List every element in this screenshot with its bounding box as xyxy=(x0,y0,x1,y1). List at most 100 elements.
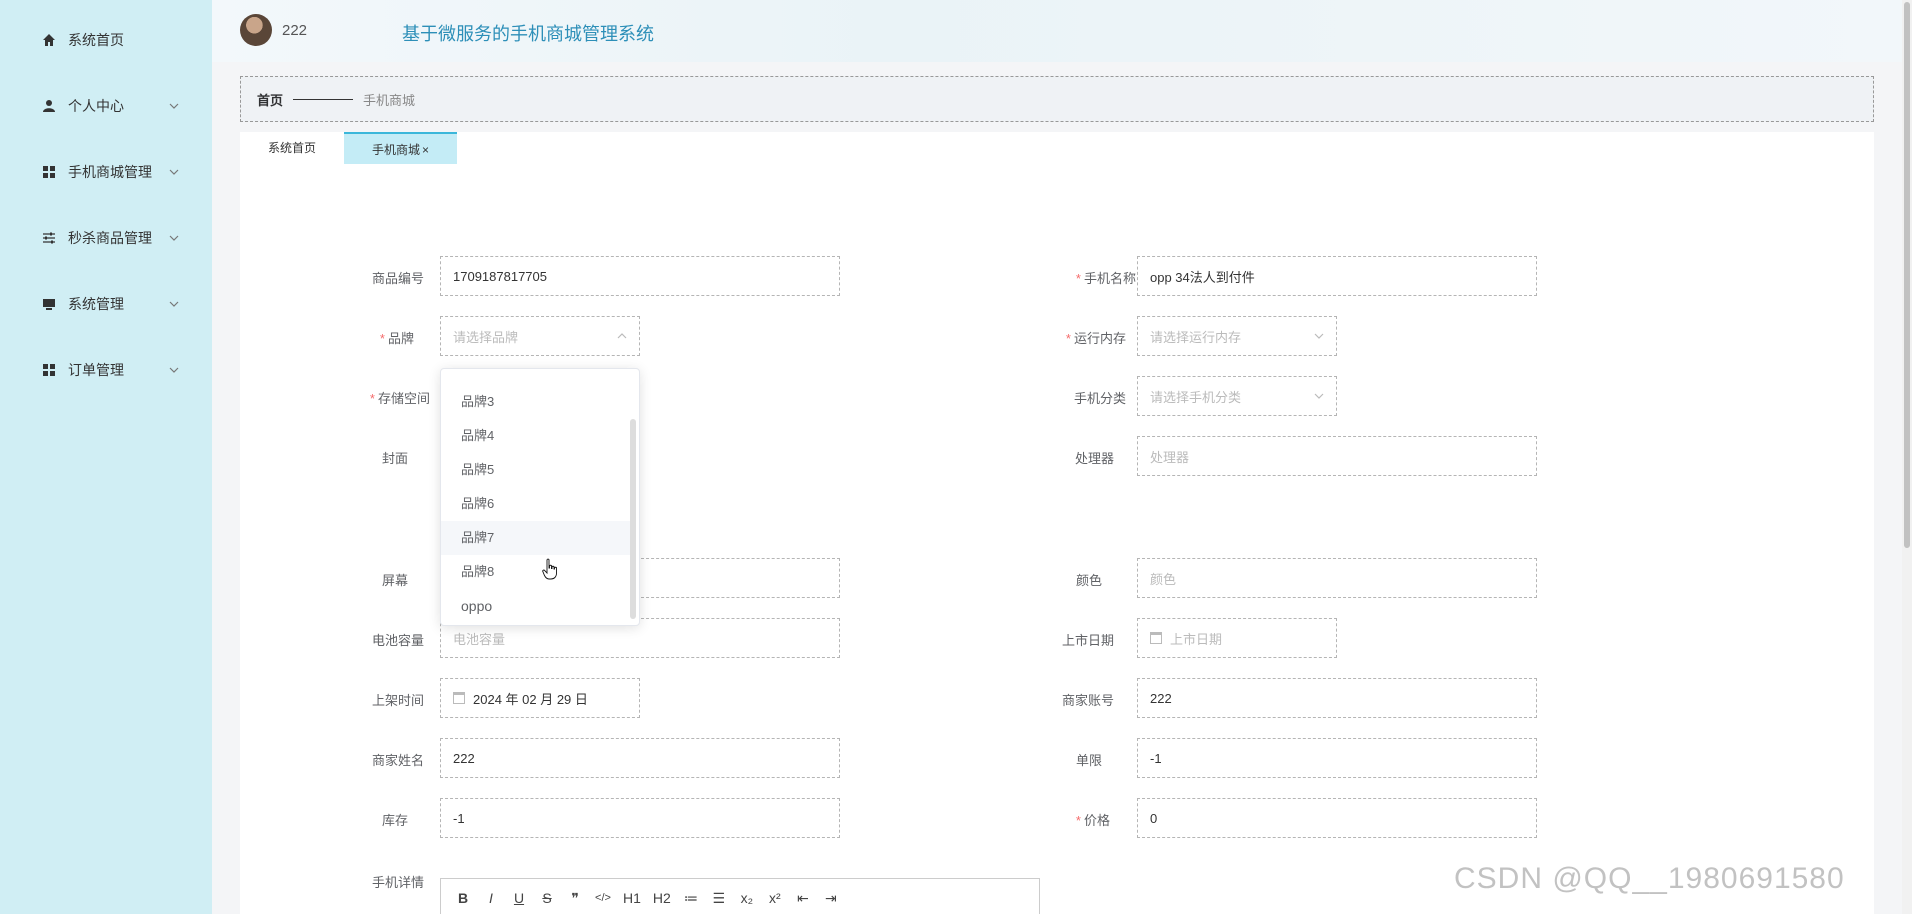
sidebar-item-label: 系统管理 xyxy=(68,296,124,312)
input-placeholder: 上市日期 xyxy=(1170,631,1223,647)
sliders-icon xyxy=(42,231,56,245)
h1-button[interactable]: H1 xyxy=(623,890,641,906)
sidebar-item-phone-mall[interactable]: 手机商城管理 xyxy=(0,152,212,192)
sidebar-item-home[interactable]: 系统首页 xyxy=(0,20,212,60)
dropdown-option[interactable]: 品牌4 xyxy=(441,419,631,453)
breadcrumb: 首页 手机商城 xyxy=(240,76,1874,122)
calendar-icon xyxy=(453,692,465,704)
chevron-down-icon xyxy=(169,103,179,109)
user-icon xyxy=(42,99,56,113)
label-brand: * 品牌 xyxy=(379,331,414,346)
chevron-down-icon xyxy=(1314,333,1324,339)
label-screen: 屏幕 xyxy=(381,573,408,588)
label-stock: 库存 xyxy=(381,813,408,828)
italic-button[interactable]: I xyxy=(483,890,499,906)
label-product-no: 商品编号 xyxy=(371,271,424,286)
limit-input[interactable]: -1 xyxy=(1137,738,1537,778)
chevron-down-icon xyxy=(169,169,179,175)
input-placeholder: 电池容量 xyxy=(453,631,506,647)
merchant-account-input[interactable]: 222 xyxy=(1137,678,1537,718)
breadcrumb-home[interactable]: 首页 xyxy=(257,90,283,109)
color-input[interactable]: 颜色 xyxy=(1137,558,1537,598)
top-header: 222 基于微服务的手机商城管理系统 xyxy=(212,0,1912,62)
ram-select[interactable]: 请选择运行内存 xyxy=(1137,316,1337,356)
input-value: 0 xyxy=(1150,810,1158,826)
sidebar-item-label: 系统首页 xyxy=(68,32,124,48)
chevron-down-icon xyxy=(169,301,179,307)
breadcrumb-current: 手机商城 xyxy=(363,92,416,108)
dropdown-option[interactable]: 品牌8 xyxy=(441,555,631,589)
input-placeholder: 颜色 xyxy=(1150,571,1177,587)
input-value: 222 xyxy=(453,750,475,766)
dropdown-option[interactable]: oppo xyxy=(441,589,631,623)
calendar-icon xyxy=(1150,632,1162,644)
sidebar-item-personal-center[interactable]: 个人中心 xyxy=(0,86,212,126)
close-icon[interactable]: × xyxy=(422,143,429,157)
brand-select[interactable]: 请选择品牌 xyxy=(440,316,640,356)
bold-button[interactable]: B xyxy=(455,890,471,906)
outdent-button[interactable]: ⇤ xyxy=(795,890,811,907)
phone-name-input[interactable]: opp 34法人到付件 xyxy=(1137,256,1537,296)
dropdown-scrollbar[interactable] xyxy=(630,419,636,619)
input-value: 1709187817705 xyxy=(453,268,547,284)
select-placeholder: 请选择品牌 xyxy=(453,329,519,345)
underline-button[interactable]: U xyxy=(511,890,527,906)
page-scrollbar[interactable] xyxy=(1902,0,1912,914)
ordered-list-button[interactable]: ≔ xyxy=(683,890,699,907)
release-date-picker[interactable]: 上市日期 xyxy=(1137,618,1337,658)
price-input[interactable]: 0 xyxy=(1137,798,1537,838)
label-listing-time: 上架时间 xyxy=(371,693,424,708)
product-no-input[interactable]: 1709187817705 xyxy=(440,256,840,296)
chevron-up-icon xyxy=(617,333,627,339)
input-value: 222 xyxy=(1150,690,1172,706)
dropdown-option-hovered[interactable]: 品牌7 xyxy=(441,521,631,555)
tab-phone-mall[interactable]: 手机商城 × xyxy=(344,132,458,164)
brand-dropdown: 品牌3 品牌4 品牌5 品牌6 品牌7 品牌8 oppo xyxy=(440,368,640,626)
superscript-button[interactable]: x² xyxy=(767,890,783,906)
subscript-button[interactable]: x₂ xyxy=(739,890,755,906)
username: 222 xyxy=(282,22,308,39)
quote-button[interactable]: ❞ xyxy=(567,890,583,907)
label-release-date: 上市日期 xyxy=(1061,633,1114,648)
tab-label: 系统首页 xyxy=(268,141,317,155)
strike-button[interactable]: S xyxy=(539,890,555,906)
label-details: 手机详情 xyxy=(371,875,424,890)
label-processor: 处理器 xyxy=(1074,451,1114,466)
tab-home[interactable]: 系统首页 xyxy=(240,132,344,164)
sidebar-item-label: 个人中心 xyxy=(68,98,124,114)
label-limit: 单限 xyxy=(1075,753,1102,768)
sidebar-item-flash-sale[interactable]: 秒杀商品管理 xyxy=(0,218,212,258)
code-button[interactable]: </> xyxy=(595,892,611,904)
avatar[interactable] xyxy=(240,14,272,46)
h2-button[interactable]: H2 xyxy=(653,890,671,906)
category-select[interactable]: 请选择手机分类 xyxy=(1137,376,1337,416)
processor-input[interactable]: 处理器 xyxy=(1137,436,1537,476)
label-merchant-name: 商家姓名 xyxy=(371,753,424,768)
label-phone-name: * 手机名称 xyxy=(1075,271,1136,286)
select-placeholder: 请选择运行内存 xyxy=(1150,329,1242,345)
sidebar-item-label: 订单管理 xyxy=(68,362,124,378)
select-placeholder: 请选择手机分类 xyxy=(1150,389,1242,405)
input-value: -1 xyxy=(1150,750,1162,766)
label-storage: * 存储空间 xyxy=(369,391,430,406)
scrollbar-thumb[interactable] xyxy=(1904,2,1910,548)
sidebar-item-orders[interactable]: 订单管理 xyxy=(0,350,212,390)
monitor-icon xyxy=(42,297,56,311)
dropdown-option[interactable]: 品牌6 xyxy=(441,487,631,521)
label-price: * 价格 xyxy=(1075,813,1110,828)
tab-label: 手机商城 xyxy=(372,143,421,157)
dropdown-option[interactable]: 品牌5 xyxy=(441,453,631,487)
merchant-name-input[interactable]: 222 xyxy=(440,738,840,778)
home-icon xyxy=(42,33,56,47)
listing-time-picker[interactable]: 2024 年 02 月 29 日 xyxy=(440,678,640,718)
indent-button[interactable]: ⇥ xyxy=(823,890,839,907)
bullet-list-button[interactable]: ☰ xyxy=(711,890,727,907)
input-value: -1 xyxy=(453,810,465,826)
dropdown-option[interactable]: 品牌3 xyxy=(441,385,631,419)
chevron-down-icon xyxy=(169,367,179,373)
sidebar-item-system[interactable]: 系统管理 xyxy=(0,284,212,324)
chevron-down-icon xyxy=(1314,393,1324,399)
chevron-down-icon xyxy=(169,235,179,241)
stock-input[interactable]: -1 xyxy=(440,798,840,838)
label-color: 颜色 xyxy=(1075,573,1102,588)
